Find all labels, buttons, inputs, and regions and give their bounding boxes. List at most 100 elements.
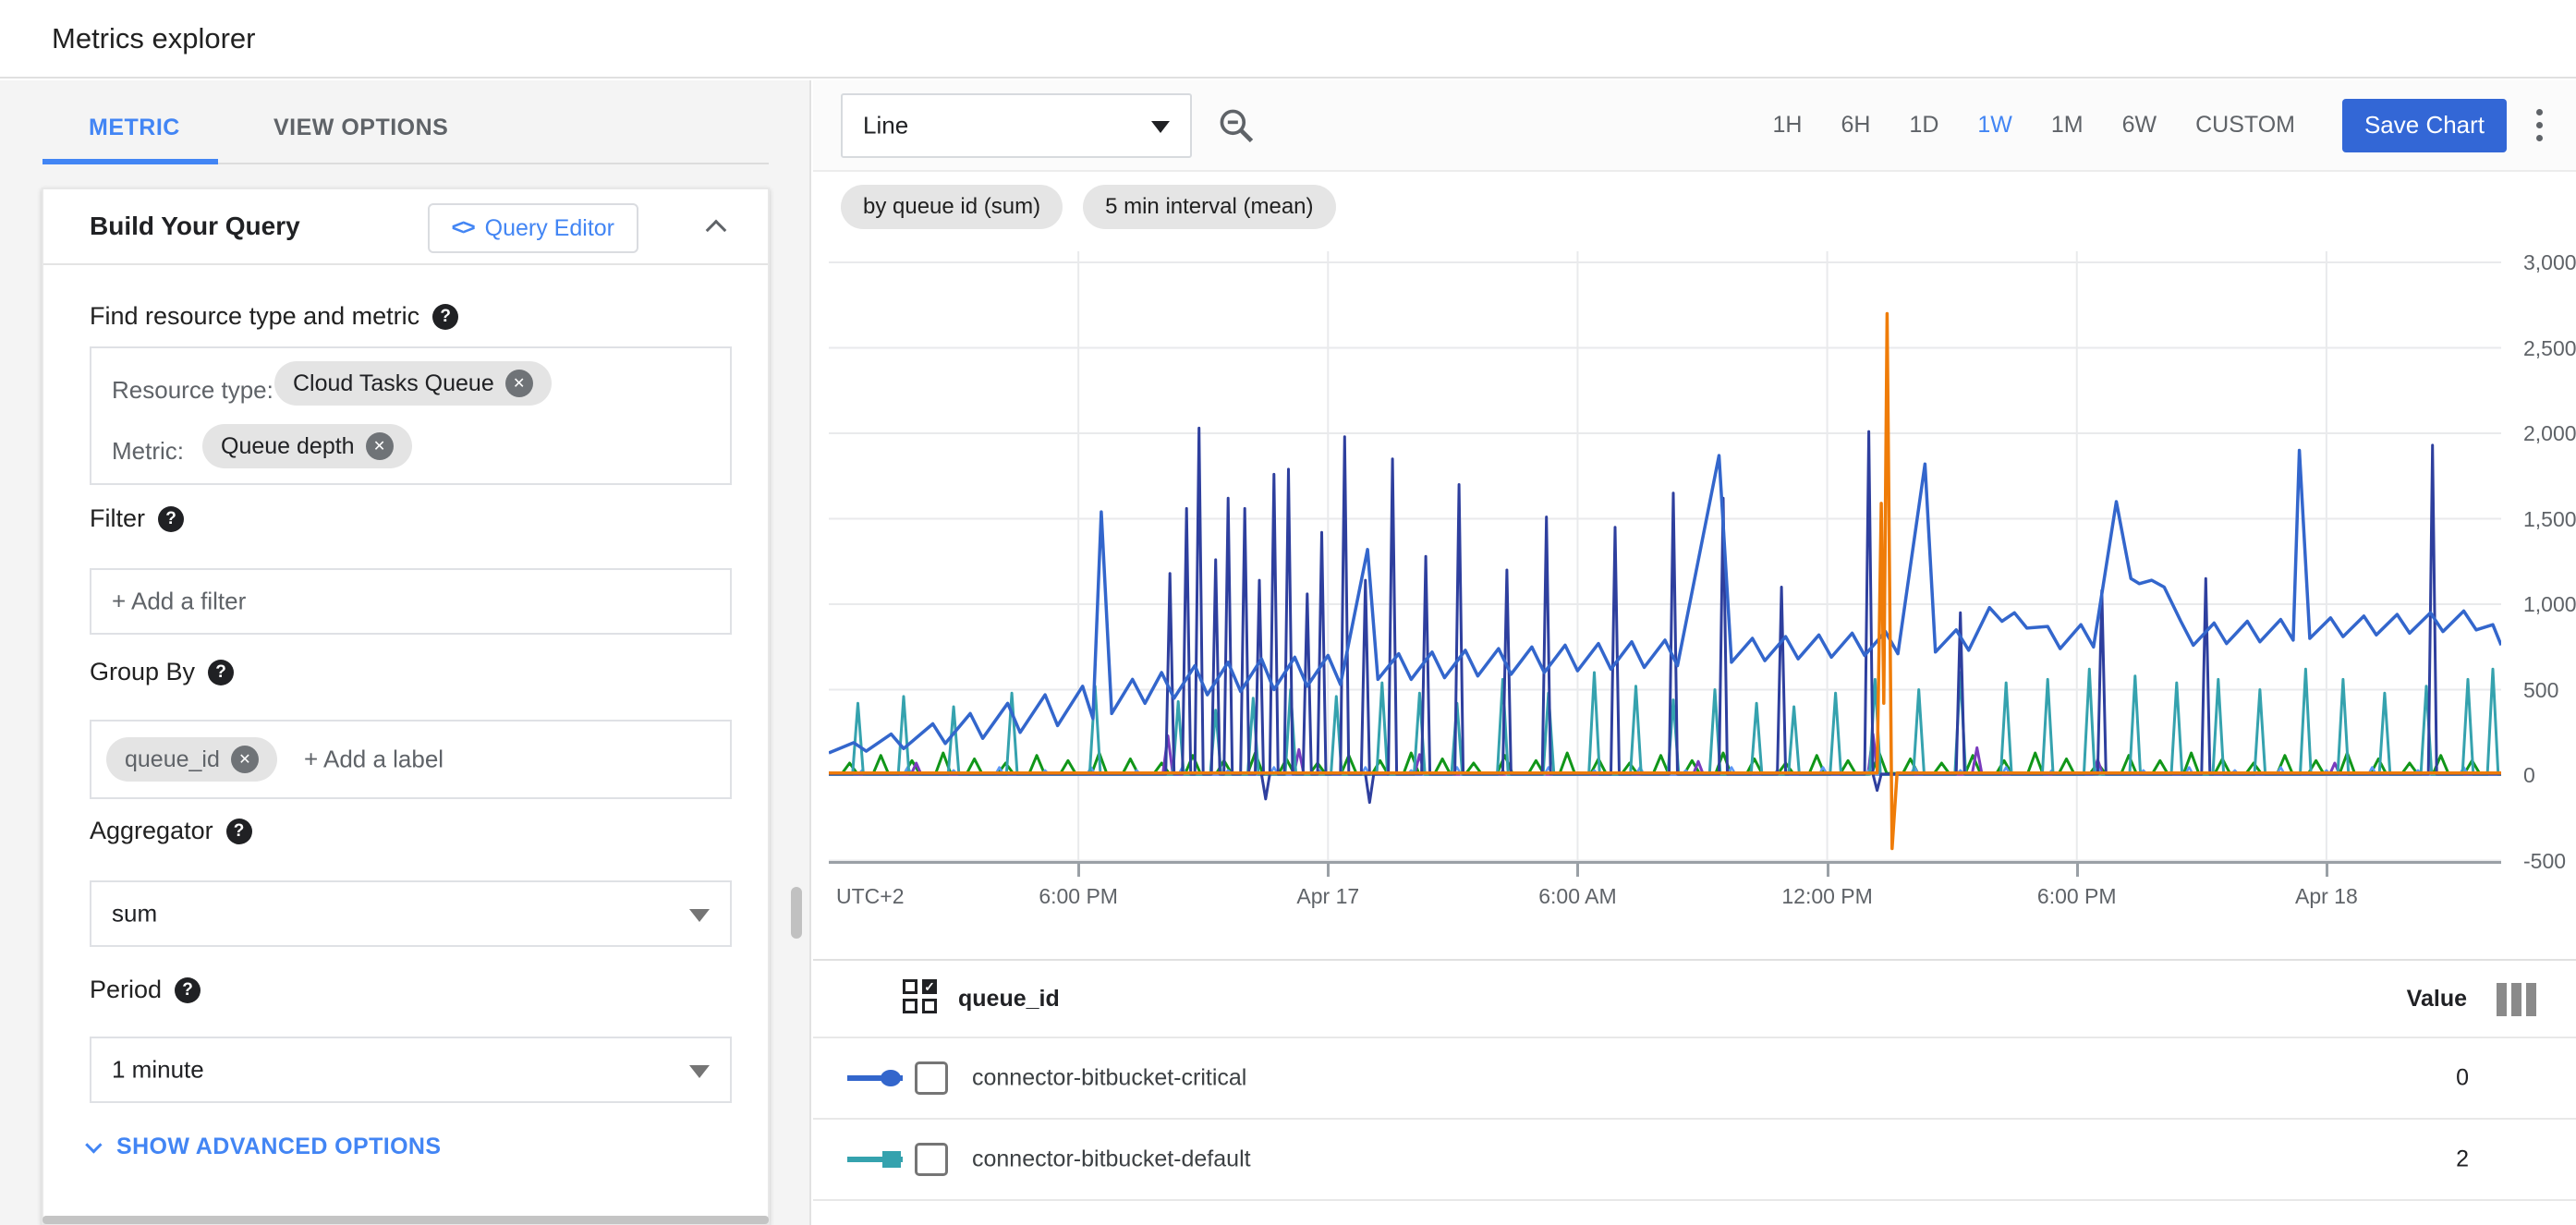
series-line-navy-spikes <box>829 428 2501 802</box>
query-editor-label: Query Editor <box>485 215 614 242</box>
queue-id-cell: connector-bitbucket-critical <box>972 1065 1246 1092</box>
remove-resource-type-icon[interactable]: ✕ <box>505 370 533 397</box>
table-row[interactable]: connector-bitbucket-critical0 <box>813 1037 2576 1118</box>
period-select[interactable]: 1 minute <box>90 1037 732 1103</box>
horizontal-scrollbar[interactable] <box>43 1216 769 1224</box>
interval-summary-chip[interactable]: 5 min interval (mean) <box>1083 185 1335 229</box>
row-checkbox[interactable] <box>915 1061 948 1095</box>
y-tick-label: 0 <box>2523 763 2535 788</box>
x-tick-mark <box>1327 864 1330 877</box>
tab-view-options[interactable]: VIEW OPTIONS <box>273 92 448 163</box>
value-cell: 2 <box>2456 1146 2469 1173</box>
find-resource-label: Find resource type and metric ? <box>90 302 458 331</box>
add-label-placeholder: + Add a label <box>304 746 444 774</box>
chart-panel: Line 1H6H1D1W1M6WCUSTOM Save Chart by qu… <box>813 80 2576 1225</box>
legend-table-header: ✓ queue_id Value <box>813 961 2576 1037</box>
chart-type-value: Line <box>863 111 908 139</box>
x-tick-label: 12:00 PM <box>1754 884 1902 909</box>
help-icon[interactable]: ? <box>175 977 200 1003</box>
y-axis-labels: 3,0002,5002,0001,5001,0005000-500 <box>2523 251 2576 861</box>
show-advanced-options-link[interactable]: SHOW ADVANCED OPTIONS <box>90 1134 441 1160</box>
group-by-chip[interactable]: queue_id ✕ <box>106 737 277 782</box>
period-label: Period ? <box>90 976 200 1004</box>
columns-icon[interactable] <box>2497 983 2536 1016</box>
code-icon: <> <box>452 215 474 241</box>
value-column-header[interactable]: Value <box>2407 961 2467 1037</box>
collapse-chevron-icon[interactable] <box>706 220 727 241</box>
group-by-input[interactable]: queue_id ✕ + Add a label <box>90 720 732 799</box>
series-marker-icon <box>847 1157 903 1162</box>
range-6w-button[interactable]: 6W <box>2103 93 2177 158</box>
remove-group-by-icon[interactable]: ✕ <box>231 746 259 773</box>
save-chart-button[interactable]: Save Chart <box>2342 99 2507 152</box>
y-tick-label: 1,500 <box>2523 507 2576 532</box>
period-value: 1 minute <box>112 1056 204 1085</box>
chart-plot-area[interactable] <box>829 251 2501 861</box>
aggregator-label: Aggregator ? <box>90 817 252 845</box>
range-6h-button[interactable]: 6H <box>1821 93 1889 158</box>
range-1m-button[interactable]: 1M <box>2032 93 2103 158</box>
time-range-group: 1H6H1D1W1M6WCUSTOM <box>1753 93 2315 158</box>
tab-metric[interactable]: METRIC <box>89 92 180 163</box>
aggregator-value: sum <box>112 900 157 928</box>
resource-metric-box[interactable]: Resource type: Cloud Tasks Queue ✕ Metri… <box>90 346 732 485</box>
chevron-down-icon <box>85 1136 102 1153</box>
active-tab-indicator <box>43 159 218 164</box>
x-tick-mark <box>2076 864 2079 877</box>
remove-metric-icon[interactable]: ✕ <box>366 432 394 460</box>
chart-type-select[interactable]: Line <box>841 93 1192 158</box>
chart-filter-chips: by queue id (sum) 5 min interval (mean) <box>841 185 1336 229</box>
resource-type-chip[interactable]: Cloud Tasks Queue ✕ <box>274 361 552 406</box>
series-marker-icon <box>847 1075 903 1081</box>
help-icon[interactable]: ? <box>208 660 234 685</box>
range-1d-button[interactable]: 1D <box>1889 93 1958 158</box>
x-tick-mark <box>2326 864 2328 877</box>
table-row[interactable]: connector-bitbucket-default2 <box>813 1118 2576 1199</box>
y-tick-label: 2,500 <box>2523 336 2576 361</box>
query-editor-button[interactable]: <> Query Editor <box>428 203 638 253</box>
y-tick-label: 1,000 <box>2523 592 2576 617</box>
help-icon[interactable]: ? <box>432 304 458 330</box>
range-1w-button[interactable]: 1W <box>1958 93 2032 158</box>
x-tick-label: 6:00 PM <box>2003 884 2151 909</box>
y-tick-label: 3,000 <box>2523 250 2576 275</box>
chart-toolbar: Line 1H6H1D1W1M6WCUSTOM Save Chart <box>813 80 2576 172</box>
table-row-partial[interactable] <box>813 1199 2576 1225</box>
x-tick-mark <box>1576 864 1579 877</box>
more-options-icon[interactable] <box>2536 109 2543 141</box>
range-custom-button[interactable]: CUSTOM <box>2176 93 2315 158</box>
chevron-down-icon <box>689 1065 710 1078</box>
left-tabstrip: METRIC VIEW OPTIONS <box>43 92 769 164</box>
help-icon[interactable]: ? <box>226 819 252 844</box>
help-icon[interactable]: ? <box>158 506 184 532</box>
zoom-out-icon[interactable] <box>1216 105 1257 146</box>
build-query-card-header: Build Your Query <> Query Editor <box>43 189 768 265</box>
legend-table-rows: connector-bitbucket-critical0connector-b… <box>813 1037 2576 1225</box>
x-tick-label: Apr 18 <box>2253 884 2400 909</box>
group-column-header[interactable]: queue_id <box>958 961 1060 1037</box>
y-tick-label: 500 <box>2523 678 2558 703</box>
vertical-scrollbar[interactable] <box>791 887 802 939</box>
card-title: Build Your Query <box>90 189 300 263</box>
range-1h-button[interactable]: 1H <box>1753 93 1821 158</box>
chevron-down-icon <box>1151 121 1170 133</box>
app-header: Metrics explorer <box>0 0 2576 79</box>
filter-label: Filter ? <box>90 504 184 533</box>
add-filter-placeholder: + Add a filter <box>112 588 246 616</box>
row-checkbox[interactable] <box>915 1143 948 1176</box>
page-title: Metrics explorer <box>52 0 256 77</box>
x-axis: UTC+2 6:00 PMApr 176:00 AM12:00 PM6:00 P… <box>829 861 2501 864</box>
group-by-summary-chip[interactable]: by queue id (sum) <box>841 185 1063 229</box>
metric-chip[interactable]: Queue depth ✕ <box>202 424 412 468</box>
select-all-grid-icon[interactable]: ✓ <box>903 979 940 1016</box>
resource-type-label: Resource type: <box>112 376 273 405</box>
filter-input[interactable]: + Add a filter <box>90 568 732 635</box>
y-tick-label: 2,000 <box>2523 421 2576 446</box>
metric-label: Metric: <box>112 437 184 466</box>
y-tick-label: -500 <box>2523 849 2566 874</box>
build-query-card: Build Your Query <> Query Editor Find re… <box>42 188 770 1225</box>
series-line-teal-spikes <box>829 669 2501 774</box>
series-line-green-bumps <box>829 753 2501 773</box>
x-tick-label: 6:00 PM <box>1004 884 1152 909</box>
aggregator-select[interactable]: sum <box>90 880 732 947</box>
